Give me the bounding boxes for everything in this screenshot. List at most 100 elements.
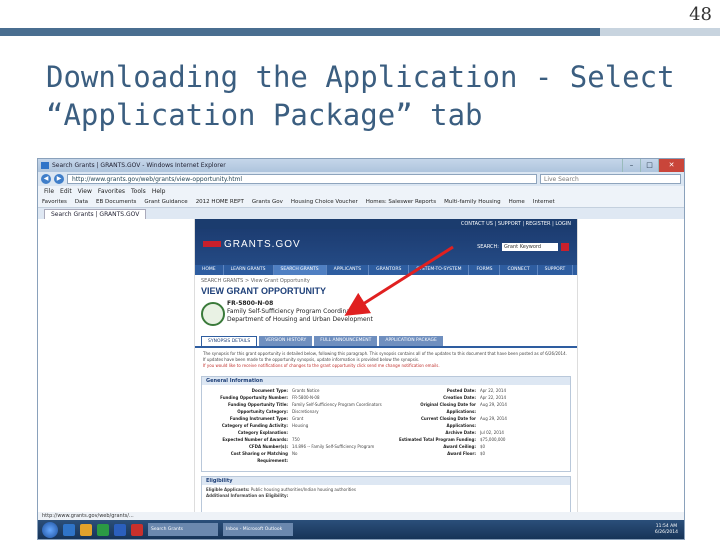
info-row: Current Closing Date for Applications: Au… [394, 415, 578, 429]
info-label: Cost Sharing or Matching Requirement: [230, 451, 288, 463]
site-nav-item[interactable]: SUPPORT [538, 265, 574, 275]
start-button[interactable] [42, 521, 58, 538]
tab-version-history[interactable]: VERSION HISTORY [259, 336, 313, 346]
info-row: Award Ceiling: $0 [394, 443, 578, 450]
menu-item-file[interactable]: File [44, 186, 54, 197]
info-row: CFDA Number(s): 14.896 -- Family Self-Suf… [206, 443, 390, 450]
site-search-button[interactable] [561, 243, 569, 251]
info-label: Funding Opportunity Number: [220, 395, 288, 400]
status-bar: http://www.grants.gov/web/grants/... [38, 512, 684, 520]
info-row: Archive Date: Jul 02, 2014 [394, 429, 578, 436]
favorite-item[interactable]: Grant Guidance [144, 197, 187, 207]
folder-icon[interactable] [80, 523, 92, 536]
tab-synopsis-details[interactable]: SYNOPSIS DETAILS [201, 336, 258, 346]
browser-screenshot: Search Grants | GRANTS.GOV - Windows Int… [37, 158, 685, 540]
info-label: Award Floor: [447, 451, 476, 456]
clock: 11:54 AM 6/26/2014 [654, 523, 678, 535]
browser-search-input[interactable]: Live Search [540, 174, 681, 184]
site-nav-item[interactable]: FORMS [469, 265, 501, 275]
opportunity-title: Family Self-Sufficiency Program Coordina… [227, 308, 362, 315]
info-value: Housing [292, 423, 309, 428]
info-label: Category of Funding Activity: [221, 423, 288, 428]
site-top-links[interactable]: CONTACT US | SUPPORT | REGISTER | LOGIN [195, 219, 577, 229]
info-value: Grants Notice [292, 388, 320, 393]
favorite-item[interactable]: Internet [533, 197, 555, 207]
site-nav-item[interactable]: HOME [195, 265, 224, 275]
menu-item-favorites[interactable]: Favorites [98, 186, 125, 197]
info-row: Category Explanation: [206, 429, 390, 436]
site-search-label: SEARCH: [477, 244, 499, 250]
taskbar: Search Grants Inbox - Microsoft Outlook … [38, 520, 684, 539]
acrobat-icon[interactable] [131, 523, 143, 536]
ie-icon [41, 162, 49, 169]
site-nav-item[interactable]: CONNECT [500, 265, 538, 275]
info-label: Posted Date: [446, 388, 476, 393]
opportunity-tabs: SYNOPSIS DETAILS VERSION HISTORY FULL ANNO… [195, 336, 577, 348]
site-search-input[interactable]: Grant Keyword [502, 243, 558, 251]
slide-number: 48 [689, 4, 712, 25]
site-header: GRANTS.GOV SEARCH: Grant Keyword [195, 229, 577, 265]
favorite-item[interactable]: Homes: Saleswer Reports [366, 197, 436, 207]
word-icon[interactable] [114, 523, 126, 536]
page-content: CONTACT US | SUPPORT | REGISTER | LOGIN … [38, 219, 684, 520]
info-value: Apr 22, 2014 [480, 388, 507, 393]
menu-item-help[interactable]: Help [152, 186, 166, 197]
info-label: Expected Number of Awards: [222, 437, 288, 442]
taskbar-task-outlook[interactable]: Inbox - Microsoft Outlook [223, 523, 293, 536]
menu-item-view[interactable]: View [78, 186, 92, 197]
ie-taskbar-icon[interactable] [63, 523, 75, 536]
favorite-item[interactable]: 2012 HOME REPT [196, 197, 244, 207]
tab-strip: Search Grants | GRANTS.GOV [38, 208, 684, 219]
favorite-item[interactable]: Favorites [42, 197, 67, 207]
forward-button[interactable]: ▶ [54, 174, 64, 184]
info-label: Award Ceiling: [443, 444, 476, 449]
excel-icon[interactable] [97, 523, 109, 536]
info-row: Posted Date: Apr 22, 2014 [394, 387, 578, 394]
site-search: SEARCH: Grant Keyword [477, 243, 569, 251]
favorite-item[interactable]: Multi-family Housing [444, 197, 501, 207]
browser-tab[interactable]: Search Grants | GRANTS.GOV [44, 209, 147, 219]
opportunity-number: FR-5800-N-08 [227, 300, 274, 307]
info-row: Original Closing Date for Applications: A… [394, 401, 578, 415]
info-label: Creation Date: [443, 395, 476, 400]
favorite-item[interactable]: Housing Choice Voucher [291, 197, 358, 207]
info-label: Current Closing Date for Applications: [420, 416, 476, 428]
taskbar-task-browser[interactable]: Search Grants [148, 523, 218, 536]
info-label: Document Type: [251, 388, 288, 393]
favorite-item[interactable]: Home [509, 197, 525, 207]
tab-full-announcement[interactable]: FULL ANNOUNCEMENT [314, 336, 378, 346]
favorite-item[interactable]: Grants Gov [252, 197, 283, 207]
minimize-button[interactable]: – [622, 159, 640, 172]
favorite-item[interactable]: Data [75, 197, 88, 207]
info-label: Archive Date: [445, 430, 476, 435]
site-nav-item[interactable]: LEARN GRANTS [224, 265, 274, 275]
maximize-button[interactable]: □ [640, 159, 658, 172]
tab-application-package[interactable]: APPLICATION PACKAGE [379, 336, 443, 346]
menu-item-tools[interactable]: Tools [131, 186, 146, 197]
info-value: 14.896 -- Family Self-Sufficiency Progra… [292, 444, 375, 449]
general-right-column: Posted Date: Apr 22, 2014 Creation Date: Ap… [394, 387, 578, 457]
site-nav-item[interactable]: APPLICANTS [327, 265, 370, 275]
info-row: Category of Funding Activity: Housing [206, 422, 390, 429]
site-nav: HOME LEARN GRANTS SEARCH GRANTS APPLICANTS G… [195, 265, 577, 275]
info-label: Estimated Total Program Funding: [399, 437, 476, 442]
favorites-bar: Favorites Data EB Documents Grant Guidance 2… [38, 197, 684, 208]
notification-link[interactable]: If you would like to receive notificatio… [203, 363, 440, 368]
site-nav-item[interactable]: GRANTORS [369, 265, 410, 275]
info-value: $75,000,000 [480, 437, 506, 442]
general-information-header: General Information [202, 377, 570, 385]
site-nav-item[interactable]: SYSTEM-TO-SYSTEM [409, 265, 470, 275]
info-row: Cost Sharing or Matching Requirement: No [206, 450, 390, 464]
site-nav-item[interactable]: SEARCH GRANTS [273, 265, 327, 275]
close-button[interactable]: ✕ [658, 159, 684, 172]
info-value: $0 [480, 444, 486, 449]
grants-gov-logo[interactable]: GRANTS.GOV [203, 239, 301, 250]
slide-accent-bar [0, 28, 720, 36]
info-value [292, 429, 390, 436]
favorite-item[interactable]: EB Documents [96, 197, 136, 207]
address-bar[interactable]: http://www.grants.gov/web/grants/view-op… [67, 174, 537, 184]
info-row: Document Type: Grants Notice [206, 387, 390, 394]
back-button[interactable]: ◀ [41, 174, 51, 184]
menu-item-edit[interactable]: Edit [60, 186, 72, 197]
hud-seal-icon [201, 302, 225, 326]
